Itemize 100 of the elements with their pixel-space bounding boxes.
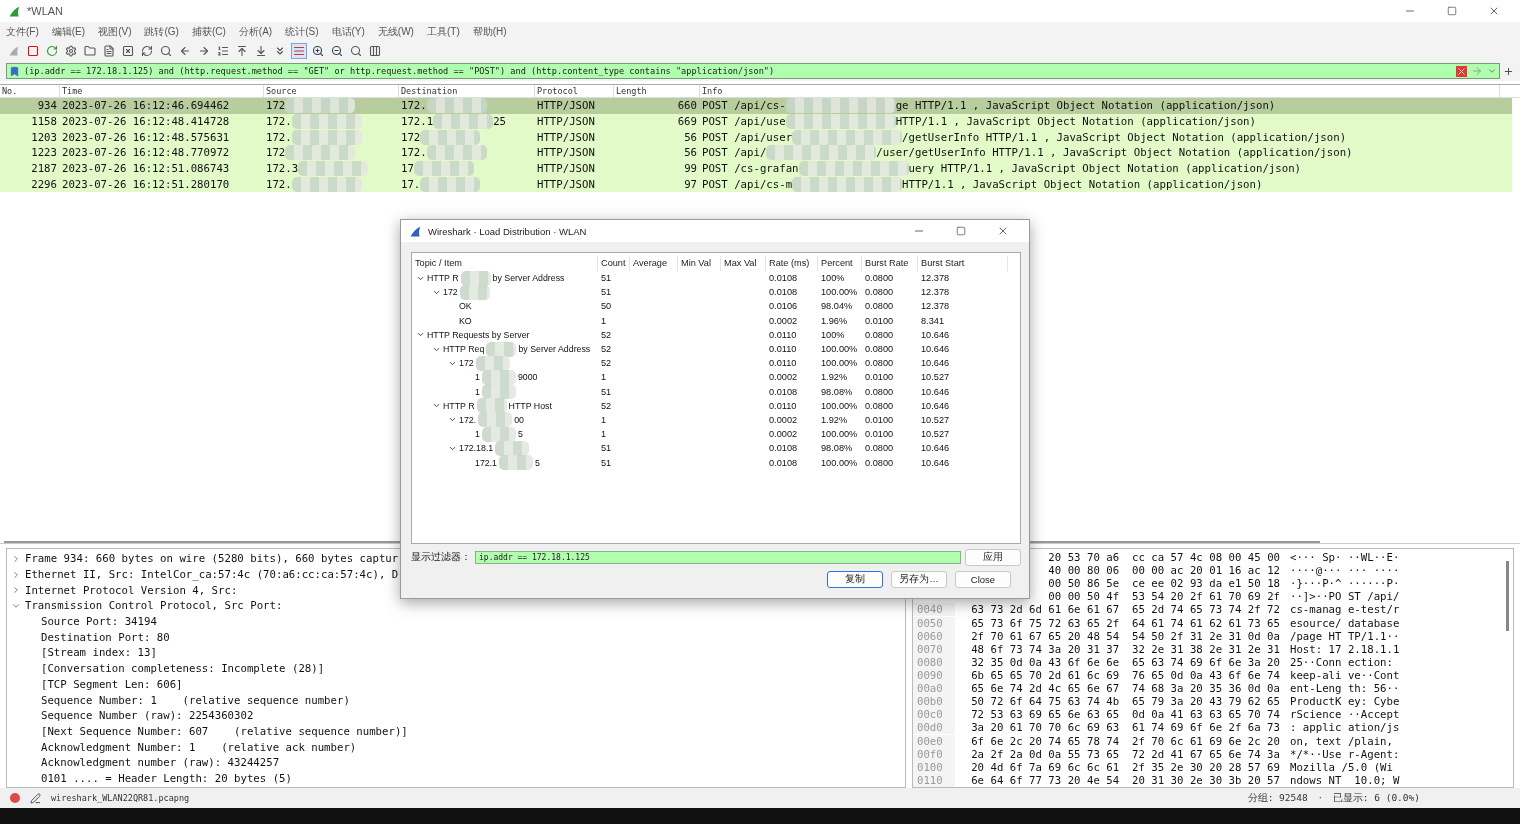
detail-text[interactable]: [Stream index: 13] (41, 646, 157, 660)
tree-row[interactable]: HTTP Req by Server Address 52 0.0110 100.00% 0.0800 10.646 (412, 341, 1020, 357)
zoom-in-icon[interactable] (310, 43, 326, 59)
detail-text[interactable]: Transmission Control Protocol, Src Port: (25, 599, 283, 613)
tree-row[interactable]: KO 1 0.0002 1.96% 0.0100 8.341 (412, 313, 1020, 328)
menu-item[interactable]: 工具(T) (426, 24, 460, 39)
tree-row[interactable]: OK 50 0.0106 98.04% 0.0800 12.378 (412, 299, 1020, 314)
menu-item[interactable]: 捕获(C) (191, 24, 226, 39)
menu-item[interactable]: 跳转(G) (144, 24, 179, 39)
columns-icon[interactable] (367, 43, 383, 59)
filter-field[interactable]: ip.addr == 172.18.1.125 (475, 551, 961, 564)
menu-item[interactable]: 视图(V) (98, 24, 132, 39)
menu-item[interactable]: 帮助(H) (472, 24, 507, 39)
column-header[interactable]: Info (700, 85, 1500, 97)
mosaic-patch (478, 412, 513, 428)
column-header[interactable]: No. (0, 85, 60, 97)
detail-text[interactable]: Destination Port: 80 (41, 630, 170, 644)
ascii-text: ProductK ey: Cybe (1290, 695, 1400, 709)
rate-cell-text: 0.0002 (768, 414, 799, 425)
tree-row[interactable]: HTTP Requests by Server 52 0.0110 100% 0.0800 10.646 (412, 327, 1020, 342)
packet-row[interactable]: 1223 2023-07-26 16:12:48.770972 172 172. HTTP/JSON 56 POST /api/ /user/getUserInfo HTTP/1.1 , JavaScript Object Notation (application/json) (0, 145, 1512, 161)
rate-cell-text: 0.0106 (768, 301, 799, 312)
status-dot-icon[interactable] (10, 793, 20, 803)
detail-text[interactable]: Acknowledgment Number: 1 (relative ack number) (41, 740, 357, 754)
detail-text[interactable]: [Conversation completeness: Incomplete (28)] (41, 662, 325, 676)
menu-item[interactable]: 无线(W) (377, 24, 414, 39)
column-header[interactable]: Min Val (678, 256, 721, 271)
column-header[interactable]: Count (598, 256, 630, 271)
packet-row[interactable]: 934 2023-07-26 16:12:46.694462 172 172. HTTP/JSON 660 POST /api/cs- ge HTTP/1.1 , JavaScript Object Notation (application/json) (0, 98, 1512, 114)
tree-row[interactable]: 1 5 1 0.0002 100.00% 0.0100 10.527 (412, 427, 1020, 442)
column-header[interactable]: Time (60, 85, 264, 97)
burst-start-cell-text: 10.646 (920, 358, 951, 369)
tree-row[interactable]: 172 51 0.0108 100.00% 0.0800 12.378 (412, 285, 1020, 300)
display-filter-field[interactable]: (ip.addr == 172.18.1.125) and (http.request.method == "GET" or http.request.method == "POST") and (http.content_type contains "application/json") (6, 63, 1500, 79)
search-icon[interactable] (158, 43, 174, 59)
gear-icon[interactable] (63, 43, 79, 59)
time-cell-text: 2023-07-26 16:12:46.694462 (61, 99, 231, 113)
lines-icon[interactable] (291, 43, 307, 59)
detail-text[interactable]: Sequence Number: 1 (relative sequence number) (41, 693, 350, 707)
folder-icon[interactable] (82, 43, 98, 59)
clear-icon[interactable] (1456, 65, 1467, 77)
tree-row[interactable]: 172.18.1 51 0.0108 98.08% 0.0800 10.646 (412, 441, 1020, 456)
detail-text[interactable]: [TCP Segment Len: 606] (41, 677, 183, 691)
tree-row[interactable]: HTTP R HTTP Host 52 0.0110 100.00% 0.0800 10.646 (412, 398, 1020, 413)
packet-row[interactable]: 2296 2023-07-26 16:12:51.280170 172. 17. HTTP/JSON 97 POST /api/cs-m HTTP/1.1 , JavaScript Object Notation (application/json) (0, 176, 1512, 193)
tree-row[interactable]: 1 51 0.0108 98.08% 0.0800 10.646 (412, 384, 1020, 399)
detail-text[interactable]: Sequence Number (raw): 2254360302 (41, 709, 254, 723)
menu-item[interactable]: 文件(F) (6, 24, 39, 39)
dialog-button[interactable]: Close (955, 571, 1011, 588)
burst-start-cell-text: 10.646 (920, 344, 951, 355)
detail-text[interactable]: Source Port: 34194 (41, 615, 157, 629)
ascii-text: ent-Leng th: 56·· (1290, 682, 1400, 696)
chevron-right-icon[interactable] (11, 569, 21, 580)
hex-text: 20 53 70 a6 cc ca 57 4c 08 00 45 00 (1048, 551, 1280, 565)
column-header[interactable]: Rate (ms) (766, 256, 818, 271)
detail-text[interactable]: Internet Protocol Version 4, Src: (25, 583, 238, 597)
list-icon[interactable] (215, 43, 231, 59)
detail-text[interactable]: Acknowledgment number (raw): 43244257 (41, 756, 280, 770)
tree-row[interactable]: 172 52 0.0110 100.00% 0.0800 10.646 (412, 356, 1020, 371)
detail-text[interactable]: Frame 934: 660 bytes on wire (5280 bits), 660 bytes captur (25, 552, 399, 566)
detail-text[interactable]: [Next Sequence Number: 607 (relative sequence number)] (41, 724, 408, 738)
apply-button[interactable]: 应用 (965, 549, 1021, 566)
dialog-button[interactable]: 另存为… (891, 571, 947, 588)
column-header[interactable]: Percent (818, 256, 862, 271)
column-header[interactable]: Max Val (721, 256, 766, 271)
document-icon[interactable] (101, 43, 117, 59)
menu-item[interactable]: 电话(Y) (331, 24, 365, 39)
edit-icon[interactable] (30, 792, 41, 804)
menu-item[interactable]: 编辑(E) (51, 24, 86, 39)
chevron-right-icon[interactable] (11, 585, 21, 596)
column-header[interactable]: Burst Rate (862, 256, 918, 271)
detail-text[interactable]: 0101 .... = Header Length: 20 bytes (5) (41, 771, 292, 785)
tree-row[interactable]: HTTP R by Server Address 51 0.0108 100% 0.0800 12.378 (412, 271, 1020, 286)
column-header[interactable]: Protocol (535, 85, 614, 97)
magnifier-icon[interactable] (348, 43, 364, 59)
chevron-right-icon[interactable] (11, 553, 21, 564)
close-file-icon[interactable] (120, 43, 136, 59)
restart-icon[interactable] (44, 43, 60, 59)
column-header[interactable]: Average (630, 256, 678, 271)
packet-row[interactable]: 1203 2023-07-26 16:12:48.575631 172. 172 HTTP/JSON 56 POST /api/user /getUserInfo HTTP/1.1 , JavaScript Object Notation (application/json) (0, 129, 1512, 146)
add-icon[interactable] (1503, 65, 1514, 77)
column-header[interactable]: Source (264, 85, 399, 97)
cell-text: 172. (266, 177, 292, 191)
displayed-count: 已显示: 6 (0.0%) (1332, 791, 1420, 805)
column-header[interactable]: Burst Start (918, 256, 1008, 271)
bookmark-icon[interactable] (9, 65, 20, 77)
column-header[interactable]: Destination (399, 85, 535, 97)
menu-item[interactable]: 统计(S) (285, 24, 319, 39)
stop-icon[interactable] (25, 43, 41, 59)
zoom-out-icon[interactable] (329, 43, 345, 59)
mosaic-patch (291, 129, 362, 145)
reload-icon[interactable] (139, 43, 155, 59)
column-header[interactable]: Length (614, 85, 700, 97)
dialog-button[interactable]: 复制 (827, 571, 883, 588)
tree-row[interactable]: 172. 00 1 0.0002 1.92% 0.0100 10.527 (412, 412, 1020, 428)
number-cell-text: 1223 (30, 146, 58, 160)
menu-item[interactable]: 分析(A) (238, 24, 273, 39)
tree-row[interactable]: 172.1 5 51 0.0108 100.00% 0.0800 10.646 (412, 455, 1020, 470)
tree-row[interactable]: 1 9000 1 0.0002 1.92% 0.0100 10.527 (412, 370, 1020, 385)
detail-text[interactable]: Ethernet II, Src: IntelCor_ca:57:4c (70:a6:cc:ca:57:4c), D (25, 568, 399, 582)
